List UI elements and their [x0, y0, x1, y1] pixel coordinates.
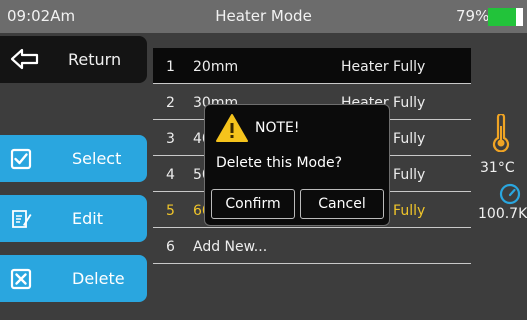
row-number: 3	[166, 131, 175, 147]
row-type: Heater Fully	[341, 59, 426, 75]
delete-confirm-dialog: NOTE! Delete this Mode? Confirm Cancel	[204, 104, 390, 226]
thermometer-icon	[492, 112, 510, 156]
add-new-label: Add New...	[193, 239, 268, 255]
dialog-title: NOTE!	[255, 120, 300, 136]
select-button[interactable]: Select	[0, 135, 147, 182]
warning-icon	[215, 113, 249, 147]
confirm-button[interactable]: Confirm	[211, 189, 295, 219]
cancel-button[interactable]: Cancel	[300, 189, 384, 219]
table-row[interactable]: 6 Add New...	[153, 228, 471, 264]
edit-icon	[10, 208, 32, 234]
battery-fill	[488, 8, 516, 26]
row-name: 20mm	[193, 59, 239, 75]
edit-button[interactable]: Edit	[0, 195, 147, 242]
row-number: 6	[166, 239, 175, 255]
delete-box-icon	[10, 268, 32, 294]
pressure-value: 100.7K	[478, 206, 527, 222]
delete-label: Delete	[72, 269, 125, 288]
select-label: Select	[72, 149, 122, 168]
return-label: Return	[68, 50, 122, 69]
table-row[interactable]: 1 20mm Heater Fully	[153, 48, 471, 84]
temperature-value: 31°C	[480, 160, 515, 176]
edit-label: Edit	[72, 209, 103, 228]
battery-percent: 79%	[456, 7, 490, 25]
page-title: Heater Mode	[215, 7, 312, 25]
checkbox-icon	[10, 148, 32, 174]
status-bar: 09:02Am Heater Mode 79%	[0, 0, 527, 33]
row-number: 5	[166, 203, 175, 219]
row-number: 1	[166, 59, 175, 75]
dialog-message: Delete this Mode?	[216, 155, 343, 171]
return-button[interactable]: Return	[0, 36, 147, 83]
back-arrow-icon	[10, 47, 40, 75]
battery-icon	[488, 8, 523, 26]
delete-button[interactable]: Delete	[0, 255, 147, 302]
row-number: 2	[166, 95, 175, 111]
row-number: 4	[166, 167, 175, 183]
